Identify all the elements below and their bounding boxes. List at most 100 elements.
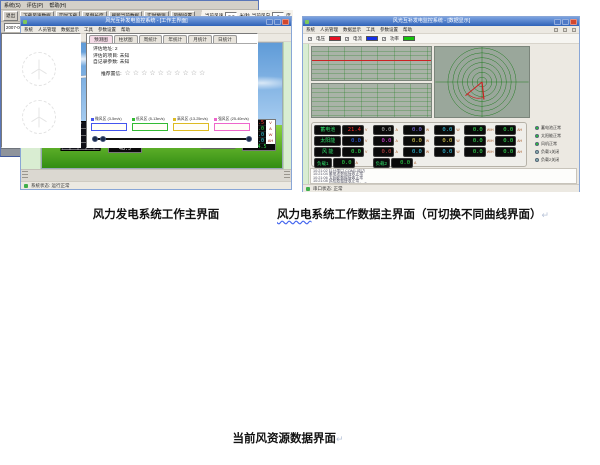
legend-strong-wind-zone: 强风区 (25-40m/s)	[214, 117, 252, 131]
legend-dot-icon	[173, 118, 176, 121]
slider-handle-left1[interactable]	[92, 136, 98, 142]
status-led-icon	[306, 187, 310, 191]
win1-titlebar[interactable]: 风光互补发电监控系统 - [工作主界面]	[21, 17, 291, 26]
menu-item-evaluate[interactable]: 评估(P)	[27, 2, 44, 9]
readout-unit: W	[456, 128, 463, 132]
readout-unit: A	[395, 150, 402, 154]
legend-power-swatch	[403, 36, 415, 41]
readout-value: 21.4	[342, 125, 364, 135]
maximize-button[interactable]	[562, 19, 569, 25]
checkbox-power[interactable]: ✓	[382, 37, 386, 41]
row-label: 风 能	[314, 147, 341, 157]
tab-forecast[interactable]: 预测图	[89, 35, 113, 43]
checkbox-current[interactable]: ✓	[345, 37, 349, 41]
scrollbar[interactable]	[284, 171, 290, 180]
readout-value: 0.0	[464, 136, 486, 146]
indicator-label: 风机正常	[541, 141, 557, 147]
readout-value: 0.0	[495, 125, 517, 135]
slider-handle-right[interactable]	[246, 136, 252, 142]
readout-unit: V	[365, 139, 372, 143]
readout-value: 0.0	[342, 136, 364, 146]
menu-item-data[interactable]: 数据显示	[61, 27, 79, 33]
win2-statusbar: 串口状态: 正常	[303, 184, 579, 192]
load2-off-led-icon	[535, 158, 539, 162]
menu-item-users[interactable]: 人员管理	[320, 27, 338, 33]
readout-value: 0.0	[403, 147, 425, 157]
win1-statusbar: 系统状态: 运行正常	[21, 181, 291, 189]
win2-titlebar[interactable]: 风光互补发电监控系统 - [数据显示]	[303, 17, 579, 26]
status-led-icon	[24, 184, 28, 188]
menu-item-tools[interactable]: 工具	[84, 27, 93, 33]
exit-button[interactable]: 退出	[3, 11, 18, 21]
caption-main-interface: 风力发电系统工作主界面	[20, 206, 292, 222]
range-slider[interactable]	[92, 135, 252, 143]
legend-box	[214, 123, 250, 131]
mdi-restore-button[interactable]	[563, 28, 567, 32]
readout-value: 0.0	[495, 136, 517, 146]
legend-current-label: 电流	[353, 36, 362, 42]
readout-value: 0.0	[434, 136, 456, 146]
load2-value: 0.0	[391, 158, 413, 168]
app-icon	[23, 20, 27, 24]
minimize-button[interactable]	[266, 19, 273, 25]
wind-ok-led-icon	[535, 142, 539, 146]
checkbox-voltage[interactable]: ✓	[308, 37, 312, 41]
readout-row-wind: 风 能 0.0V 0.0A 0.0W 0.0W 0.0W/H 0.0AH	[314, 146, 524, 157]
maximize-button[interactable]	[274, 19, 281, 25]
win3-left-panel	[1, 33, 81, 148]
legend-dot-icon	[91, 118, 94, 121]
win1-bottom-strip	[21, 169, 291, 181]
close-button[interactable]	[282, 19, 289, 25]
mdi-close-button[interactable]	[572, 28, 576, 32]
turbine-watermark-icon	[22, 100, 56, 134]
legend-low-wind-zone: 低风区 (5-13m/s)	[132, 117, 170, 131]
readout-unit: V	[365, 150, 372, 154]
menu-item-help[interactable]: 帮助	[121, 27, 130, 33]
menu-item-system[interactable]: 系统	[306, 27, 315, 33]
oscilloscope-chart-top	[311, 46, 432, 81]
readout-value: 0.0	[373, 125, 395, 135]
minimize-button[interactable]	[554, 19, 561, 25]
menu-item-help[interactable]: 帮助(H)	[49, 2, 66, 9]
tab-week-stats[interactable]: 周统计	[139, 35, 163, 43]
legend-label: 高风区 (13-25m/s)	[177, 117, 208, 122]
win2-log-area[interactable]: 10:21:02 打开串口 COM1 成功 10:21:04 蓄电池数据接收正常…	[310, 168, 577, 184]
slider-handle-left2[interactable]	[100, 136, 106, 142]
win3-right-panel: 预测图 柱状图 周统计 年统计 月统计 日统计 评估地址: 2 评估的项目: 未…	[86, 33, 258, 148]
menu-item-system[interactable]: 系统(S)	[4, 2, 21, 9]
menu-item-settings[interactable]: 参数设置	[98, 27, 116, 33]
readout-row-battery: 蓄电池 21.4V 0.0A 0.0W 0.0W 0.0W/H 0.0AH	[314, 124, 524, 135]
caption-text: 当前风资源数据界面	[232, 433, 336, 445]
wind-zone-legend: 微风区 (3-5m/s) 低风区 (5-13m/s) 高风区 (13-25m/s…	[91, 117, 252, 131]
indicator-label: 太阳能正常	[541, 133, 561, 139]
tab-day-stats[interactable]: 日统计	[213, 35, 237, 43]
mdi-minimize-button[interactable]	[554, 28, 558, 32]
readout-row-loads: 负载1 0.0 A 负载2 0.0 A	[314, 157, 524, 168]
readout-value: 0.0	[403, 125, 425, 135]
win1-title: 风光互补发电监控系统 - [工作主界面]	[29, 17, 264, 26]
oscilloscope-chart-bottom	[311, 83, 432, 118]
menu-item-help[interactable]: 帮助	[403, 27, 412, 33]
menu-item-users[interactable]: 人员管理	[38, 27, 56, 33]
slider-track[interactable]	[95, 138, 249, 140]
legend-label: 强风区 (25-40m/s)	[218, 117, 249, 122]
tab-year-stats[interactable]: 年统计	[163, 35, 187, 43]
window-data-interface: 风光互补发电监控系统 - [数据显示] 系统 人员管理 数据显示 工具 参数设置…	[302, 16, 580, 192]
menu-item-tools[interactable]: 工具	[366, 27, 375, 33]
close-button[interactable]	[570, 19, 577, 25]
legend-high-wind-zone: 高风区 (13-25m/s)	[173, 117, 211, 131]
row-label: 太阳能	[314, 136, 341, 146]
menu-item-system[interactable]: 系统	[24, 27, 33, 33]
readout-unit: W	[426, 139, 433, 143]
menu-item-settings[interactable]: 参数设置	[380, 27, 398, 33]
win2-status-text: 串口状态: 正常	[313, 186, 343, 192]
tab-histogram[interactable]: 柱状图	[114, 35, 138, 43]
readout-row-solar: 太阳能 0.0V 0.0A 0.0W 0.0W 0.0W/H 0.0AH	[314, 135, 524, 146]
scrollbar[interactable]	[22, 171, 28, 180]
tab-month-stats[interactable]: 月统计	[188, 35, 212, 43]
legend-box	[132, 123, 168, 131]
load1-unit: A	[356, 161, 363, 165]
caption-text: 系统工作数据主界面（可切换不同曲线界面）	[312, 209, 542, 221]
menu-item-data[interactable]: 数据显示	[343, 27, 361, 33]
solar-ok-led-icon	[535, 134, 539, 138]
